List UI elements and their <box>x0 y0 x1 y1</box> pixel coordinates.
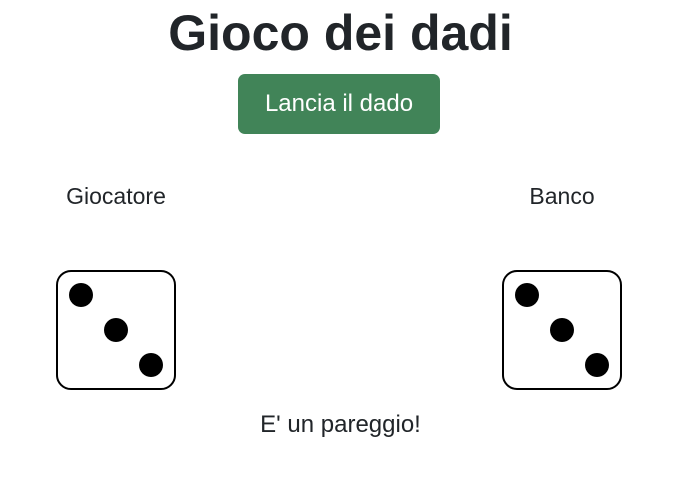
die-pip <box>585 353 609 377</box>
player-label: Giocatore <box>66 183 166 209</box>
bank-die-icon <box>502 270 622 390</box>
bank-label: Banco <box>529 183 595 209</box>
die-pip <box>104 318 128 342</box>
die-pip <box>139 353 163 377</box>
die-pip <box>515 283 539 307</box>
page-title: Gioco dei dadi <box>168 5 513 61</box>
result-message: E' un pareggio! <box>260 411 421 438</box>
die-pip <box>550 318 574 342</box>
roll-dice-button[interactable]: Lancia il dado <box>238 74 440 134</box>
player-die-icon <box>56 270 176 390</box>
die-pip <box>69 283 93 307</box>
